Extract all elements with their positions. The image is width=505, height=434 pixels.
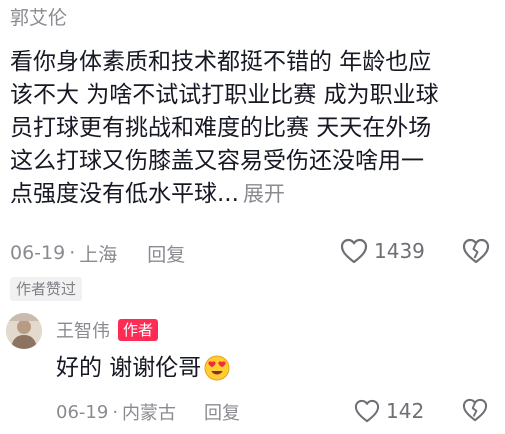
heart-outline-icon [354,399,380,423]
comment-line-last: 点强度没有低水平球... 展开 [10,178,495,211]
comment-meta: 06-19 · 上海 回复 [10,238,185,268]
comment-author[interactable]: 郭艾伦 [10,6,67,30]
dislike-button[interactable] [462,238,490,266]
reply-text-content: 好的 谢谢伦哥 [56,355,202,381]
expand-button[interactable]: 展开 [243,182,285,206]
comment-line: 该不大 为啥不试试打职业比赛 成为职业球 [10,82,439,108]
broken-heart-outline-icon [462,238,490,264]
like-count: 142 [386,399,425,423]
comment-thread: 郭艾伦 看你身体素质和技术都挺不错的 年龄也应 该不大 为啥不试试打职业比赛 成… [0,0,505,434]
reply-date: 06-19 [56,401,109,423]
like-count: 1439 [374,239,425,263]
reply-meta: 06-19 · 内蒙古 回复 [56,398,240,426]
reply-location: 内蒙古 [122,403,177,424]
reply-button[interactable]: 回复 [147,240,185,267]
reply-text: 好的 谢谢伦哥 [56,353,230,383]
heart-outline-icon [340,238,368,264]
avatar-image [6,313,42,349]
comment-line: 员打球更有挑战和难度的比赛 天天在外场 [10,115,432,141]
comment-line: 这么打球又伤膝盖又容易受伤还没啥用一 [10,148,424,174]
meta-separator: · [112,401,119,423]
comment-line: 点强度没有低水平球... [10,181,239,207]
reply-like-button[interactable]: 142 [354,396,424,426]
reply-author-row: 王智伟 作者 [56,317,159,343]
like-button[interactable]: 1439 [340,236,425,266]
author-tag: 作者 [118,319,159,341]
broken-heart-outline-icon [462,398,488,422]
author-liked-badge: 作者赞过 [10,277,83,301]
comment-date: 06-19 [10,242,66,264]
reply-dislike-button[interactable] [462,398,490,426]
meta-separator: · [69,242,76,264]
heart-eyes-emoji-icon [204,355,230,381]
comment-text: 看你身体素质和技术都挺不错的 年龄也应 该不大 为啥不试试打职业比赛 成为职业球… [10,46,495,211]
avatar[interactable] [6,313,42,349]
reply-button[interactable]: 回复 [204,399,240,425]
reply-author[interactable]: 王智伟 [56,317,110,343]
comment-location: 上海 [79,243,118,266]
comment-line: 看你身体素质和技术都挺不错的 年龄也应 [10,49,432,75]
